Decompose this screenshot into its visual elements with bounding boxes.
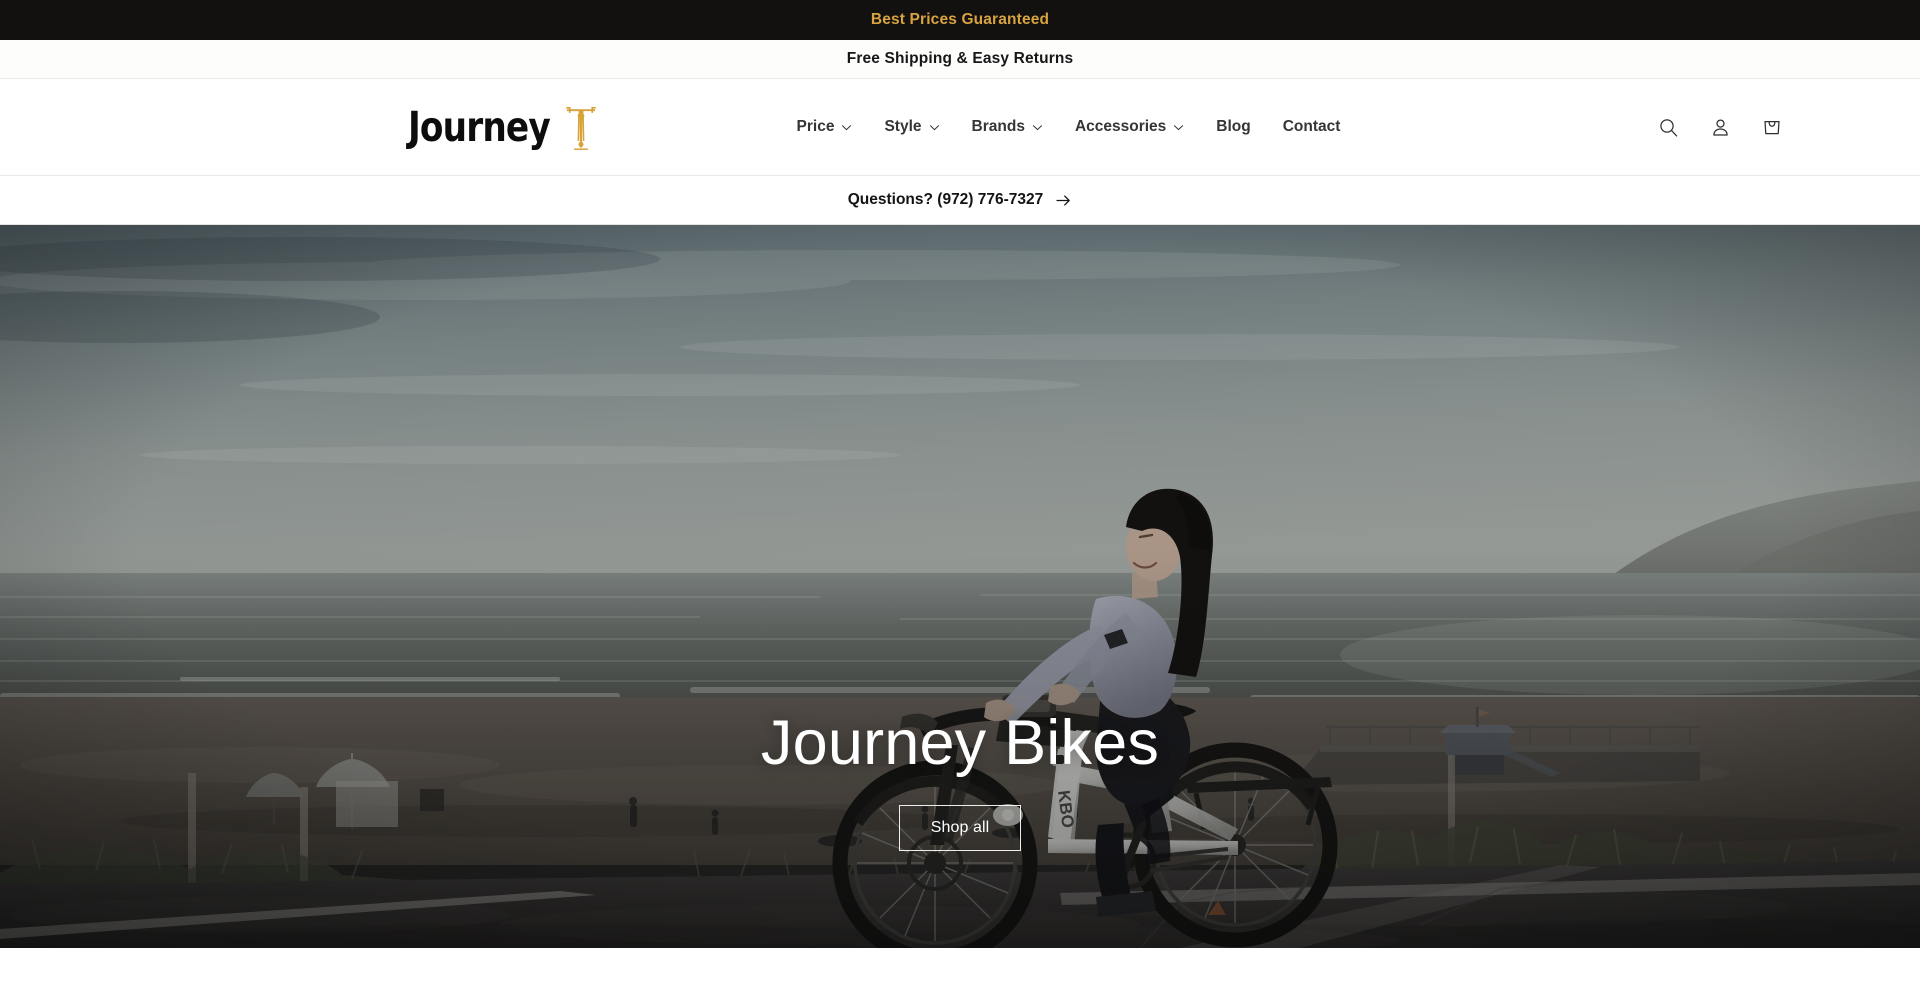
shop-all-button[interactable]: Shop all	[898, 805, 1022, 851]
announcement-top-text: Best Prices Guaranteed	[870, 11, 1050, 28]
header-actions	[1646, 105, 1794, 149]
site-logo[interactable]: Journey	[408, 103, 598, 152]
hero-title: Journey Bikes	[760, 708, 1160, 779]
nav-label: Style	[884, 118, 922, 135]
cart-icon	[1764, 120, 1780, 135]
phone-link[interactable]: Questions? (972) 776-7327	[848, 191, 1073, 209]
search-button[interactable]	[1646, 105, 1690, 149]
cart-button[interactable]	[1750, 105, 1794, 149]
questions-phone-bar: Questions? (972) 776-7327	[0, 176, 1920, 225]
search-icon	[1659, 118, 1677, 137]
nav-label: Contact	[1282, 118, 1341, 135]
nav-item-contact[interactable]: Contact	[1267, 108, 1357, 146]
account-button[interactable]	[1698, 105, 1742, 149]
primary-navigation: Price Style Brands Accessories Blog Cont…	[781, 108, 1357, 146]
chevron-down-icon	[1174, 124, 1184, 130]
site-header: Journey Price Style Brands Accessories B…	[0, 79, 1920, 176]
chevron-down-icon	[842, 124, 852, 130]
phone-text: Questions? (972) 776-7327	[847, 191, 1044, 208]
nav-label: Accessories	[1074, 118, 1167, 135]
announcement-bar-secondary: Free Shipping & Easy Returns	[0, 40, 1920, 79]
announcement-secondary-text: Free Shipping & Easy Returns	[846, 50, 1074, 67]
hero-banner: KBO	[0, 225, 1920, 948]
nav-item-price[interactable]: Price	[781, 108, 869, 146]
nav-label: Blog	[1216, 118, 1251, 135]
hero-content: Journey Bikes Shop all	[0, 708, 1920, 851]
nav-item-blog[interactable]: Blog	[1200, 108, 1266, 146]
arrow-right-icon	[1056, 194, 1071, 206]
chevron-down-icon	[1032, 124, 1042, 130]
nav-item-style[interactable]: Style	[868, 108, 955, 146]
nav-item-accessories[interactable]: Accessories	[1059, 108, 1200, 146]
chevron-down-icon	[929, 124, 939, 130]
nav-item-brands[interactable]: Brands	[956, 108, 1059, 146]
announcement-bar-top: Best Prices Guaranteed	[0, 0, 1920, 40]
page-bottom-spacer	[0, 948, 1920, 993]
account-icon	[1712, 118, 1728, 136]
nav-label: Brands	[971, 118, 1025, 135]
nav-label: Price	[796, 118, 835, 135]
bicycle-logo-icon	[565, 106, 596, 150]
logo-wordmark: Journey	[408, 102, 551, 151]
